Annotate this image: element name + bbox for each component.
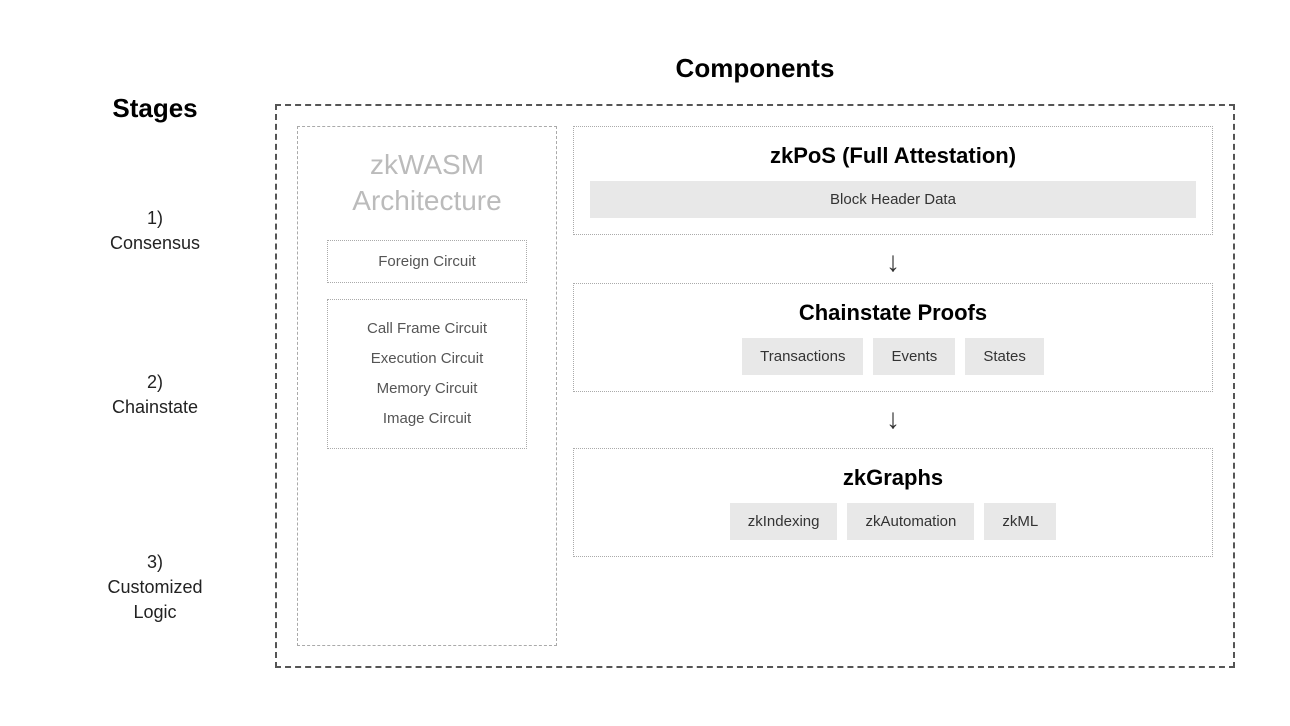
foreign-circuit-box: Foreign Circuit — [327, 240, 527, 283]
stage-items: 1) Consensus 2) Chainstate 3) Customized… — [45, 164, 265, 684]
zkgraphs-items-row: zkIndexing zkAutomation zkML — [590, 503, 1196, 540]
main-circuit-box: Call Frame Circuit Execution Circuit Mem… — [327, 299, 527, 449]
outer-dashed-border: zkWASM Architecture Foreign Circuit Call… — [275, 104, 1235, 668]
zkml-box: zkML — [984, 503, 1056, 540]
events-box: Events — [873, 338, 955, 375]
transactions-box: Transactions — [742, 338, 863, 375]
zkwasm-title: zkWASM Architecture — [352, 147, 501, 220]
proofs-column: zkPoS (Full Attestation) Block Header Da… — [573, 126, 1213, 646]
states-box: States — [965, 338, 1044, 375]
arrow-down-2: ↓ — [573, 400, 1213, 440]
chainstate-proofs-title: Chainstate Proofs — [590, 300, 1196, 326]
stages-column: Stages 1) Consensus 2) Chainstate 3) Cus… — [45, 53, 265, 684]
zkautomation-box: zkAutomation — [847, 503, 974, 540]
chainstate-proofs-section: Chainstate Proofs Transactions Events St… — [573, 283, 1213, 392]
stage-consensus: 1) Consensus — [45, 164, 265, 299]
zkpos-section: zkPoS (Full Attestation) Block Header Da… — [573, 126, 1213, 235]
stage-customized: 3) Customized Logic — [45, 491, 265, 684]
zkpos-title: zkPoS (Full Attestation) — [590, 143, 1196, 169]
chainstate-items-row: Transactions Events States — [590, 338, 1196, 375]
image-circuit: Image Circuit — [338, 404, 516, 434]
call-frame-circuit: Call Frame Circuit — [338, 314, 516, 344]
components-header: Components — [676, 53, 835, 84]
zkindexing-box: zkIndexing — [730, 503, 838, 540]
components-area: Components zkWASM Architecture Foreign C… — [265, 53, 1245, 668]
zkgraphs-title: zkGraphs — [590, 465, 1196, 491]
stage-chainstate: 2) Chainstate — [45, 299, 265, 492]
zkgraphs-section: zkGraphs zkIndexing zkAutomation zkML — [573, 448, 1213, 557]
execution-circuit: Execution Circuit — [338, 344, 516, 374]
stages-header: Stages — [112, 93, 197, 124]
zkwasm-panel: zkWASM Architecture Foreign Circuit Call… — [297, 126, 557, 646]
block-header-box: Block Header Data — [590, 181, 1196, 218]
diagram-container: Stages 1) Consensus 2) Chainstate 3) Cus… — [45, 33, 1245, 693]
arrow-down-1: ↓ — [573, 243, 1213, 283]
memory-circuit: Memory Circuit — [338, 374, 516, 404]
